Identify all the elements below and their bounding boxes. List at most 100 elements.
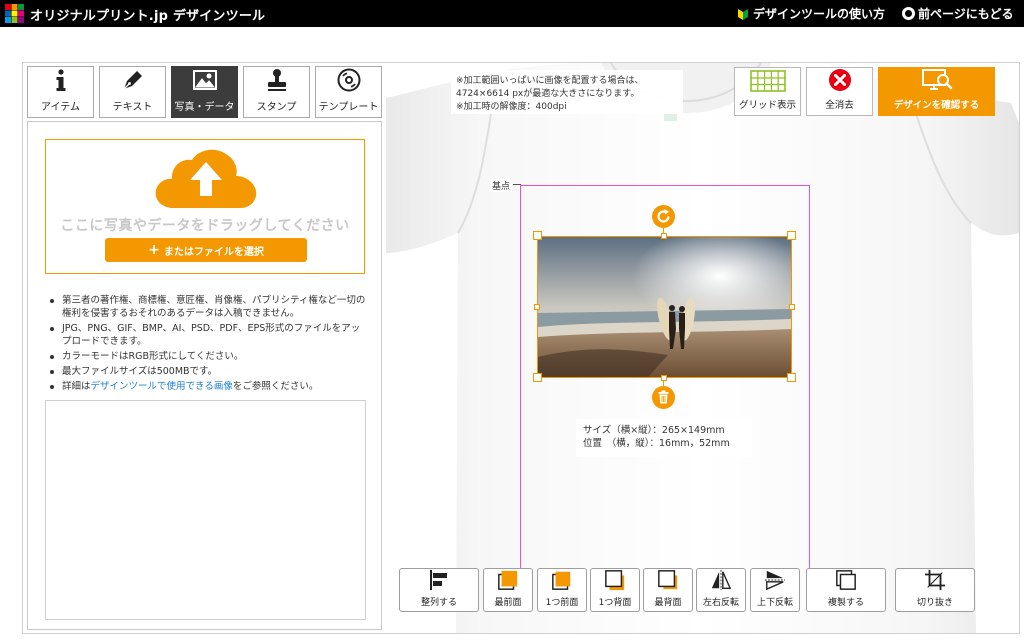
rotate-icon	[657, 209, 670, 223]
bring-forward-label: 1つ前面	[545, 598, 579, 608]
info-icon	[56, 69, 65, 91]
detail-suffix: をご参照ください。	[232, 381, 319, 392]
howto-label: デザインツールの使い方	[753, 7, 886, 21]
origin-arrow	[513, 184, 521, 185]
tab-template[interactable]: テンプレート	[315, 66, 382, 118]
info-line: ※加工範囲いっぱいに画像を配置する場合は、	[456, 76, 644, 86]
resize-handle-top-right[interactable]	[787, 231, 796, 240]
bring-front-button[interactable]: 最前面	[483, 568, 533, 612]
clear-all-button[interactable]: 全消去	[806, 67, 873, 116]
photo-data-panel: ここに写真やデータをドラッグしてください + またはファイルを選択 第三者の著作…	[27, 121, 382, 630]
info-line: ※加工時の解像度：400dpi	[456, 102, 567, 112]
confirm-label: デザインを確認する	[893, 100, 980, 111]
note-item: JPG、PNG、GIF、BMP、AI、PSD、PDF、EPS形式のファイルをアッ…	[46, 322, 366, 348]
grid-icon	[749, 70, 786, 92]
duplicate-button[interactable]: 複製する	[806, 568, 886, 612]
position-text: 位置 （横，縦）：16mm，52mm	[583, 438, 730, 449]
tab-item[interactable]: アイテム	[27, 66, 94, 118]
grid-label: グリッド表示	[738, 100, 796, 111]
tab-label: テンプレート	[318, 102, 379, 113]
bring-forward-button[interactable]: 1つ前面	[537, 568, 587, 612]
flip-horizontal-icon	[711, 569, 732, 591]
tab-label: スタンプ	[256, 102, 297, 113]
selected-photo[interactable]	[537, 236, 792, 378]
upload-dropzone[interactable]: ここに写真やデータをドラッグしてください + またはファイルを選択	[45, 139, 365, 274]
back-label: 前ページにもどる	[918, 7, 1014, 21]
resize-handle-top[interactable]	[661, 233, 667, 239]
bring-front-icon	[498, 570, 518, 590]
duplicate-icon	[836, 570, 856, 590]
image-icon	[192, 70, 217, 90]
rotate-button[interactable]	[652, 205, 675, 228]
back-circle-icon	[902, 7, 915, 20]
note-item: カラーモードはRGB形式にしてください。	[46, 350, 366, 363]
tab-label: 写真・データ	[174, 102, 235, 113]
back-link[interactable]: 前ページにもどる	[902, 5, 1014, 22]
detail-prefix: 詳細は	[62, 381, 91, 392]
beginner-leaf-icon	[738, 8, 748, 20]
note-item: 最大ファイルサイズは500MBです。	[46, 365, 366, 378]
flip-vertical-button[interactable]: 上下反転	[750, 568, 800, 612]
trash-icon	[658, 390, 669, 404]
top-bar: オリジナルプリント.jp デザインツール デザインツールの使い方 前ページにもど…	[0, 0, 1024, 27]
drop-instruction: ここに写真やデータをドラッグしてください	[60, 218, 350, 234]
note-item-detail: 詳細はデザインツールで使用できる画像をご参照ください。	[46, 380, 366, 393]
stamp-icon	[267, 69, 286, 91]
disc-icon	[337, 68, 360, 92]
choose-file-label: またはファイルを選択	[163, 246, 264, 258]
send-backward-icon	[605, 570, 625, 591]
bring-front-label: 最前面	[494, 598, 522, 608]
clear-label: 全消去	[825, 100, 854, 111]
tab-text[interactable]: テキスト	[99, 66, 166, 118]
send-back-button[interactable]: 最背面	[643, 568, 693, 612]
confirm-design-button[interactable]: デザインを確認する	[878, 67, 995, 116]
note-item: 第三者の著作権、商標権、意匠権、肖像権、パブリシティ権など一切の権利を侵害するお…	[46, 294, 366, 320]
pen-icon	[122, 71, 142, 90]
tool-tabs: アイテム テキスト 写真・データ スタンプ テンプレート	[27, 66, 382, 118]
origin-label: 基点	[490, 179, 513, 192]
crop-button[interactable]: 切り抜き	[895, 568, 975, 612]
uploaded-images-list[interactable]	[45, 400, 366, 620]
usable-images-link[interactable]: デザインツールで使用できる画像	[91, 381, 233, 392]
align-button[interactable]: 整列する	[399, 568, 479, 612]
resize-handle-top-left[interactable]	[533, 231, 542, 240]
flip-vertical-icon	[764, 570, 786, 591]
size-position-readout: サイズ（横×縦）：265×149mm 位置 （横，縦）：16mm，52mm	[576, 419, 752, 457]
info-line: 4724×6614 pxが最適な大きさになります。	[456, 89, 640, 99]
send-backward-button[interactable]: 1つ背面	[590, 568, 640, 612]
delete-button[interactable]	[652, 386, 675, 409]
flip-horizontal-label: 左右反転	[702, 598, 739, 608]
align-icon	[430, 570, 447, 590]
resize-handle-right[interactable]	[789, 304, 795, 310]
cloud-upload-icon	[155, 149, 257, 208]
resize-handle-bottom-right[interactable]	[787, 373, 796, 382]
grid-toggle-button[interactable]: グリッド表示	[734, 67, 801, 116]
resize-handle-bottom-left[interactable]	[533, 373, 542, 382]
resize-handle-bottom[interactable]	[661, 375, 667, 381]
tab-stamp[interactable]: スタンプ	[243, 66, 310, 118]
monitor-search-icon	[921, 69, 952, 90]
resize-handle-left[interactable]	[534, 304, 540, 310]
bring-forward-icon	[552, 571, 571, 590]
brand-title: オリジナルプリント.jp デザインツール	[30, 9, 266, 24]
align-label: 整列する	[420, 598, 457, 608]
send-backward-label: 1つ背面	[598, 598, 632, 608]
plus-icon: +	[148, 242, 160, 258]
howto-link[interactable]: デザインツールの使い方	[736, 5, 885, 22]
beach-photo	[538, 237, 791, 377]
crop-label: 切り抜き	[916, 598, 953, 608]
flip-horizontal-button[interactable]: 左右反転	[696, 568, 746, 612]
tab-photo-data[interactable]: 写真・データ	[171, 66, 238, 118]
tab-label: アイテム	[41, 102, 80, 113]
upload-notes: 第三者の著作権、商標権、意匠権、肖像権、パブリシティ権など一切の権利を侵害するお…	[46, 294, 366, 395]
logo-cube-icon	[5, 4, 24, 23]
tab-label: テキスト	[112, 102, 153, 113]
send-back-icon	[658, 570, 678, 590]
flip-vertical-label: 上下反転	[756, 598, 793, 608]
size-text: サイズ（横×縦）：265×149mm	[583, 425, 725, 436]
choose-file-button[interactable]: + またはファイルを選択	[105, 238, 307, 262]
crop-icon	[924, 569, 946, 591]
resolution-info: ※加工範囲いっぱいに画像を配置する場合は、 4724×6614 pxが最適な大き…	[451, 70, 683, 114]
send-back-label: 最背面	[654, 598, 682, 608]
clear-x-icon	[828, 69, 851, 91]
